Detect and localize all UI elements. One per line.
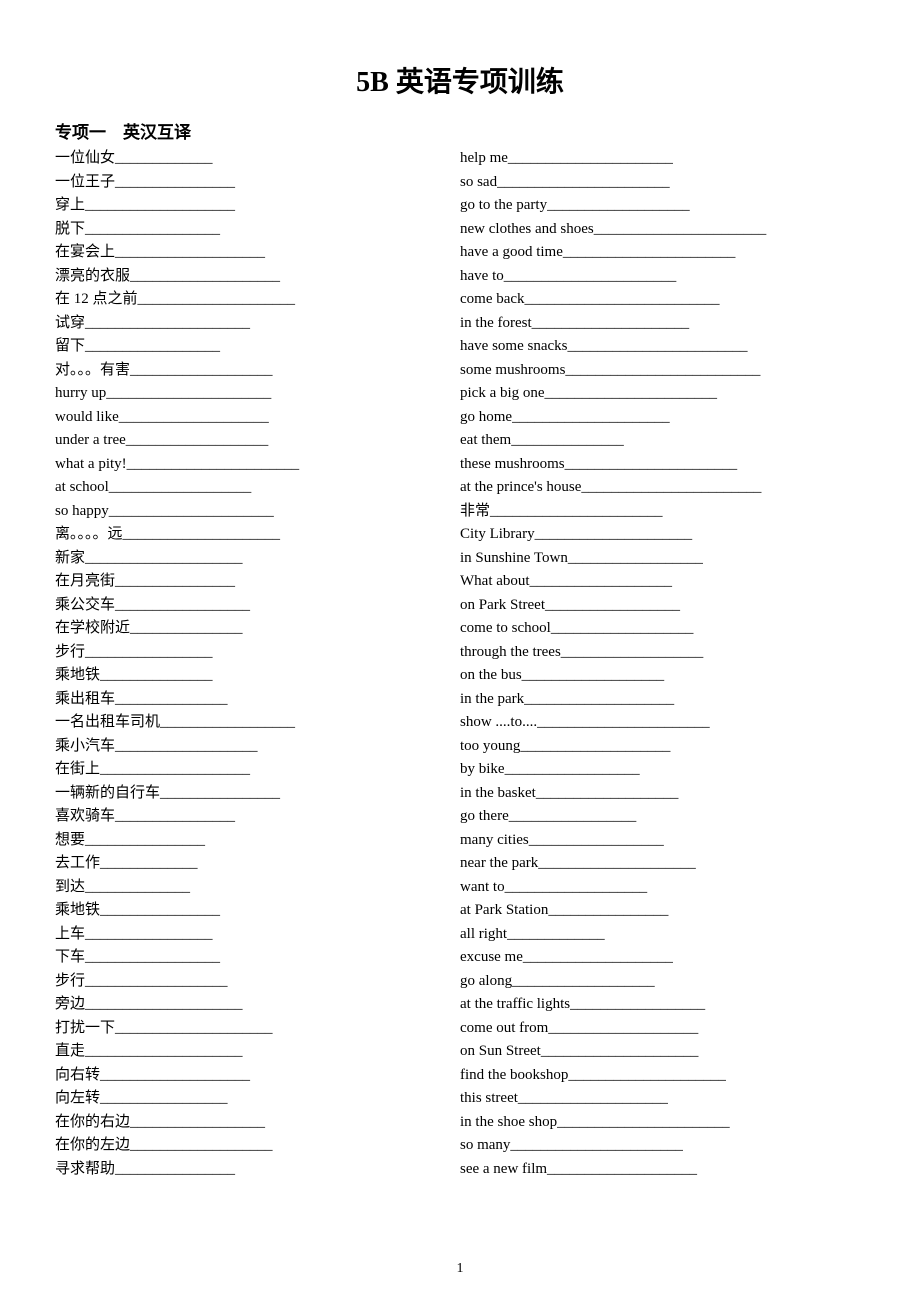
translation-item-left: 在你的右边__________________ bbox=[55, 1111, 460, 1135]
translation-item-left: 想要________________ bbox=[55, 829, 460, 853]
translation-item-right: have to_______________________ bbox=[460, 265, 865, 289]
translation-item-left: 乘公交车__________________ bbox=[55, 594, 460, 618]
translation-item-left: 乘小汽车___________________ bbox=[55, 735, 460, 759]
translation-item-left: 漂亮的衣服____________________ bbox=[55, 265, 460, 289]
translation-item-right: in the basket___________________ bbox=[460, 782, 865, 806]
translation-item-left: 在月亮街________________ bbox=[55, 570, 460, 594]
translation-item-right: near the park_____________________ bbox=[460, 852, 865, 876]
translation-item-left: 一位仙女_____________ bbox=[55, 147, 460, 171]
page-number: 1 bbox=[0, 1261, 920, 1277]
translation-item-right: at the traffic lights__________________ bbox=[460, 993, 865, 1017]
translation-item-left: 打扰一下_____________________ bbox=[55, 1017, 460, 1041]
translation-item-left: 步行_________________ bbox=[55, 641, 460, 665]
translation-item-right: go along___________________ bbox=[460, 970, 865, 994]
translation-item-left: 旁边_____________________ bbox=[55, 993, 460, 1017]
page: 5B 英语专项训练 专项一 英汉互译 一位仙女_____________一位王子… bbox=[0, 0, 920, 1302]
translation-item-left: 向左转_________________ bbox=[55, 1087, 460, 1111]
column-right: help me______________________so sad_____… bbox=[460, 147, 865, 1181]
translation-item-right: these mushrooms_______________________ bbox=[460, 453, 865, 477]
translation-item-right: by bike__________________ bbox=[460, 758, 865, 782]
translation-item-right: this street____________________ bbox=[460, 1087, 865, 1111]
translation-item-left: 乘地铁_______________ bbox=[55, 664, 460, 688]
translation-item-right: show ....to...._______________________ bbox=[460, 711, 865, 735]
translation-item-left: 在 12 点之前_____________________ bbox=[55, 288, 460, 312]
translation-item-left: 在你的左边___________________ bbox=[55, 1134, 460, 1158]
columns-container: 一位仙女_____________一位王子________________穿上_… bbox=[55, 147, 865, 1181]
translation-item-right: want to___________________ bbox=[460, 876, 865, 900]
translation-item-left: so happy______________________ bbox=[55, 500, 460, 524]
translation-item-left: 留下__________________ bbox=[55, 335, 460, 359]
translation-item-right: go home_____________________ bbox=[460, 406, 865, 430]
translation-item-left: 一位王子________________ bbox=[55, 171, 460, 195]
translation-item-left: 寻求帮助________________ bbox=[55, 1158, 460, 1182]
translation-item-right: come out from____________________ bbox=[460, 1017, 865, 1041]
translation-item-left: would like____________________ bbox=[55, 406, 460, 430]
translation-item-right: go there_________________ bbox=[460, 805, 865, 829]
section-header: 专项一 英汉互译 bbox=[55, 118, 865, 143]
column-left: 一位仙女_____________一位王子________________穿上_… bbox=[55, 147, 460, 1181]
translation-item-right: help me______________________ bbox=[460, 147, 865, 171]
translation-item-left: 在学校附近_______________ bbox=[55, 617, 460, 641]
translation-item-right: come back__________________________ bbox=[460, 288, 865, 312]
translation-item-right: excuse me____________________ bbox=[460, 946, 865, 970]
translation-item-right: in the forest_____________________ bbox=[460, 312, 865, 336]
translation-item-right: on the bus___________________ bbox=[460, 664, 865, 688]
translation-item-left: 乘地铁________________ bbox=[55, 899, 460, 923]
translation-item-right: new clothes and shoes___________________… bbox=[460, 218, 865, 242]
translation-item-right: all right_____________ bbox=[460, 923, 865, 947]
translation-item-left: 脱下__________________ bbox=[55, 218, 460, 242]
translation-item-right: 非常_______________________ bbox=[460, 500, 865, 524]
translation-item-right: many cities__________________ bbox=[460, 829, 865, 853]
translation-item-right: too young____________________ bbox=[460, 735, 865, 759]
page-title: 5B 英语专项训练 bbox=[55, 60, 865, 100]
translation-item-right: in Sunshine Town__________________ bbox=[460, 547, 865, 571]
translation-item-left: 步行___________________ bbox=[55, 970, 460, 994]
translation-item-left: 到达______________ bbox=[55, 876, 460, 900]
translation-item-left: 一辆新的自行车________________ bbox=[55, 782, 460, 806]
translation-item-left: hurry up______________________ bbox=[55, 382, 460, 406]
translation-item-right: see a new film____________________ bbox=[460, 1158, 865, 1182]
translation-item-right: through the trees___________________ bbox=[460, 641, 865, 665]
translation-item-right: find the bookshop_____________________ bbox=[460, 1064, 865, 1088]
translation-item-right: at Park Station________________ bbox=[460, 899, 865, 923]
translation-item-right: in the park____________________ bbox=[460, 688, 865, 712]
translation-item-left: 新家_____________________ bbox=[55, 547, 460, 571]
translation-item-left: 离。。。。远_____________________ bbox=[55, 523, 460, 547]
translation-item-left: 去工作_____________ bbox=[55, 852, 460, 876]
translation-item-left: 上车_________________ bbox=[55, 923, 460, 947]
translation-item-right: on Park Street__________________ bbox=[460, 594, 865, 618]
translation-item-left: 穿上____________________ bbox=[55, 194, 460, 218]
translation-item-left: 在宴会上____________________ bbox=[55, 241, 460, 265]
translation-item-left: 一名出租车司机__________________ bbox=[55, 711, 460, 735]
translation-item-left: at school___________________ bbox=[55, 476, 460, 500]
translation-item-right: so many_______________________ bbox=[460, 1134, 865, 1158]
translation-item-right: come to school___________________ bbox=[460, 617, 865, 641]
translation-item-right: have a good time_______________________ bbox=[460, 241, 865, 265]
translation-item-right: go to the party___________________ bbox=[460, 194, 865, 218]
translation-item-right: pick a big one_______________________ bbox=[460, 382, 865, 406]
translation-item-left: under a tree___________________ bbox=[55, 429, 460, 453]
translation-item-right: eat them_______________ bbox=[460, 429, 865, 453]
translation-item-left: 在街上____________________ bbox=[55, 758, 460, 782]
translation-item-left: 向右转____________________ bbox=[55, 1064, 460, 1088]
translation-item-right: so sad_______________________ bbox=[460, 171, 865, 195]
translation-item-left: 对。。。有害___________________ bbox=[55, 359, 460, 383]
translation-item-left: 下车__________________ bbox=[55, 946, 460, 970]
translation-item-left: 直走_____________________ bbox=[55, 1040, 460, 1064]
translation-item-right: What about___________________ bbox=[460, 570, 865, 594]
translation-item-left: 试穿______________________ bbox=[55, 312, 460, 336]
translation-item-left: what a pity!_______________________ bbox=[55, 453, 460, 477]
translation-item-right: some mushrooms__________________________ bbox=[460, 359, 865, 383]
translation-item-left: 喜欢骑车________________ bbox=[55, 805, 460, 829]
translation-item-right: on Sun Street_____________________ bbox=[460, 1040, 865, 1064]
translation-item-right: in the shoe shop_______________________ bbox=[460, 1111, 865, 1135]
translation-item-left: 乘出租车_______________ bbox=[55, 688, 460, 712]
translation-item-right: City Library_____________________ bbox=[460, 523, 865, 547]
translation-item-right: have some snacks________________________ bbox=[460, 335, 865, 359]
translation-item-right: at the prince's house___________________… bbox=[460, 476, 865, 500]
